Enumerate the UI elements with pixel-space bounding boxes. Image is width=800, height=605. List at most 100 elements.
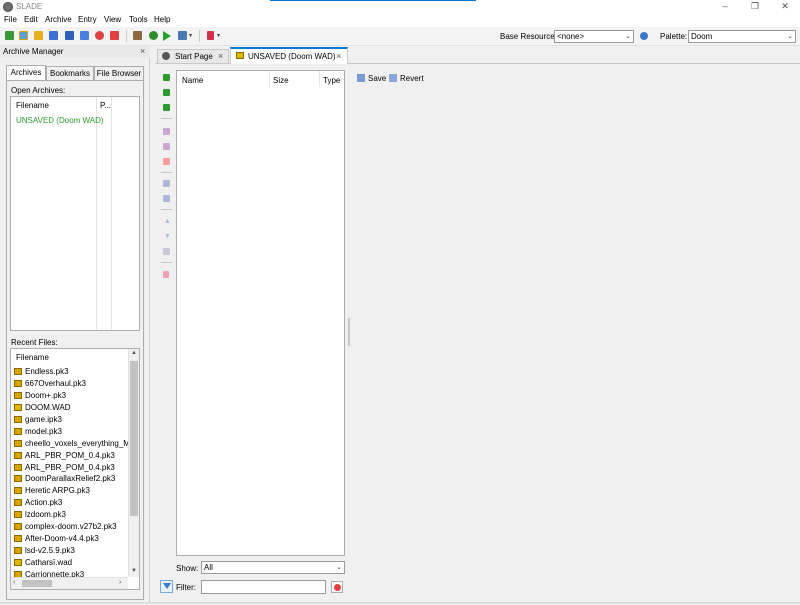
tab-file-browser[interactable]: File Browser	[94, 66, 144, 80]
texture-editor-icon[interactable]	[133, 31, 142, 40]
column-header-type[interactable]: Type	[323, 76, 340, 85]
list-item[interactable]: Catharsī.wad	[14, 556, 129, 568]
list-item[interactable]: ARL_PBR_POM_0.4.pk3	[14, 461, 129, 473]
chevron-down-icon: ⌄	[625, 33, 631, 40]
list-item[interactable]: Action.pk3	[14, 497, 129, 509]
gear-icon[interactable]	[640, 32, 648, 40]
list-item[interactable]: lsd-v2.5.9.pk3	[14, 544, 129, 556]
open-archives-list[interactable]: Filename P... UNSAVED (Doom WAD)	[10, 96, 140, 331]
list-item[interactable]: Endless.pk3	[14, 366, 129, 378]
list-item[interactable]: model.pk3	[14, 425, 129, 437]
close-icon[interactable]: ×	[336, 50, 341, 63]
chevron-down-icon[interactable]: ▾	[217, 32, 220, 39]
filter-input[interactable]	[201, 580, 326, 594]
document-tab-bar: Start Page × UNSAVED (Doom WAD) ×	[155, 46, 800, 64]
new-entry-icon[interactable]	[163, 74, 170, 81]
new-directory-icon[interactable]	[19, 31, 28, 40]
rename-entry-icon[interactable]	[163, 128, 170, 135]
save-all-icon[interactable]	[80, 31, 89, 40]
list-item[interactable]: lzdoom.pk3	[14, 509, 129, 521]
menu-help[interactable]: Help	[154, 15, 170, 24]
settings-gear-icon[interactable]	[149, 31, 158, 40]
base-resource-select[interactable]: <none> ⌄	[554, 30, 634, 43]
close-all-icon[interactable]	[110, 31, 119, 40]
run-play-icon[interactable]	[163, 31, 171, 41]
zip-file-icon	[14, 451, 22, 459]
menu-tools[interactable]: Tools	[129, 15, 148, 24]
tab-archives[interactable]: Archives	[6, 65, 46, 80]
chevron-down-icon[interactable]: ▾	[189, 32, 192, 39]
scroll-left-icon[interactable]: ‹	[13, 579, 15, 586]
save-as-icon[interactable]	[65, 31, 74, 40]
bookmark-icon[interactable]	[207, 31, 214, 40]
clear-filter-button[interactable]	[331, 581, 343, 593]
list-item-label: DoomParallaxRelief2.pk3	[25, 474, 116, 484]
tab-unsaved-doom-wad[interactable]: UNSAVED (Doom WAD) ×	[230, 47, 348, 64]
save-button[interactable]: Save	[368, 74, 386, 83]
menu-entry[interactable]: Entry	[78, 15, 97, 24]
slade-logo-icon	[3, 2, 13, 12]
move-down-icon[interactable]: ▼	[164, 233, 171, 240]
recent-files-hscrollbar[interactable]: ‹ ›	[11, 577, 128, 589]
menu-view[interactable]: View	[104, 15, 121, 24]
close-icon[interactable]: ×	[218, 50, 223, 63]
new-archive-icon[interactable]	[5, 31, 14, 40]
close-window-button[interactable]: ✕	[770, 0, 800, 14]
close-icon[interactable]: ×	[140, 46, 145, 56]
list-item[interactable]: Doom+.pk3	[14, 390, 129, 402]
bookmark-icon[interactable]	[163, 271, 169, 278]
menu-edit[interactable]: Edit	[24, 15, 38, 24]
rename-each-icon[interactable]	[163, 143, 170, 150]
column-header-path[interactable]: P...	[100, 101, 111, 110]
palette-select[interactable]: Doom ⌄	[688, 30, 796, 43]
recent-files-list[interactable]: Filename Endless.pk3 667Overhaul.pk3 Doom+…	[10, 348, 140, 590]
scroll-down-icon[interactable]: ▼	[131, 568, 137, 574]
panel-splitter[interactable]	[348, 318, 350, 346]
paste-entry-icon[interactable]	[163, 195, 170, 202]
import-entry-icon[interactable]	[163, 89, 170, 96]
list-item[interactable]: After-Doom-v4.4.pk3	[14, 532, 129, 544]
save-archive-icon[interactable]	[49, 31, 58, 40]
list-item[interactable]: cheello_voxels_everything_MAY	[14, 437, 129, 449]
delete-entry-icon[interactable]	[163, 158, 170, 165]
new-directory-icon[interactable]	[163, 104, 170, 111]
list-item[interactable]: Heretic ARPG.pk3	[14, 485, 129, 497]
column-header-filename[interactable]: Filename	[16, 353, 49, 362]
list-item[interactable]: game.ipk3	[14, 414, 129, 426]
entry-list[interactable]: Name Size Type	[176, 70, 345, 556]
list-item[interactable]: ARL_PBR_POM_0.4.pk3	[14, 449, 129, 461]
close-archive-icon[interactable]	[95, 31, 104, 40]
column-header-name[interactable]: Name	[182, 76, 203, 85]
list-item[interactable]: DoomParallaxRelief2.pk3	[14, 473, 129, 485]
base-resource-value: <none>	[557, 32, 585, 41]
filter-icon[interactable]	[160, 580, 173, 593]
recent-files-vscrollbar[interactable]: ▲ ▼	[128, 349, 139, 577]
tab-start-page[interactable]: Start Page ×	[157, 49, 229, 63]
scroll-thumb[interactable]	[22, 580, 52, 587]
revert-button[interactable]: Revert	[400, 74, 424, 83]
list-item[interactable]: UNSAVED (Doom WAD)	[16, 116, 104, 125]
sort-entries-icon[interactable]	[163, 248, 170, 255]
minimize-button[interactable]: –	[710, 0, 740, 14]
zip-file-icon	[14, 368, 22, 376]
show-select[interactable]: All ⌄	[201, 561, 345, 574]
tools-wrench-icon[interactable]	[178, 31, 187, 40]
tab-bookmarks[interactable]: Bookmarks	[46, 66, 94, 80]
column-header-size[interactable]: Size	[273, 76, 289, 85]
funnel-shape	[163, 583, 171, 589]
move-up-icon[interactable]: ▲	[164, 218, 171, 225]
scroll-thumb[interactable]	[130, 361, 138, 516]
list-item[interactable]: DOOM.WAD	[14, 402, 129, 414]
revert-icon	[389, 74, 397, 82]
maximize-button[interactable]: ❐	[740, 0, 770, 14]
list-item[interactable]: 667Overhaul.pk3	[14, 378, 129, 390]
menu-file[interactable]: File	[4, 15, 17, 24]
open-archive-icon[interactable]	[34, 31, 43, 40]
scroll-right-icon[interactable]: ›	[119, 579, 121, 586]
scroll-up-icon[interactable]: ▲	[131, 350, 137, 356]
list-item[interactable]: complex-doom.v27b2.pk3	[14, 521, 129, 533]
menu-archive[interactable]: Archive	[45, 15, 72, 24]
list-item-label: game.ipk3	[25, 415, 62, 424]
copy-entry-icon[interactable]	[163, 180, 170, 187]
column-header-filename[interactable]: Filename	[16, 101, 49, 110]
